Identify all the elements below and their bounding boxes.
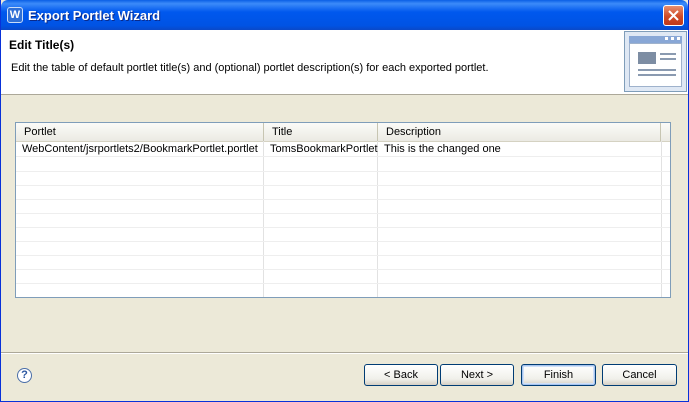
wizard-app-icon: W <box>7 7 23 23</box>
empty-row <box>16 171 670 186</box>
page-description: Edit the table of default portlet title(… <box>11 62 489 74</box>
window-title: Export Portlet Wizard <box>28 8 161 23</box>
help-icon[interactable]: ? <box>17 368 32 383</box>
banner-line <box>660 53 676 55</box>
empty-row <box>16 255 670 270</box>
finish-button[interactable]: Finish <box>521 364 596 386</box>
banner-line <box>660 58 676 60</box>
column-header-title[interactable]: Title <box>264 123 378 141</box>
banner-window-bar <box>629 36 682 43</box>
empty-row <box>16 185 670 200</box>
wizard-window: W Export Portlet Wizard Edit Title(s) Ed… <box>0 0 689 402</box>
banner-line <box>638 74 676 76</box>
empty-row <box>16 199 670 214</box>
close-button[interactable] <box>663 5 684 26</box>
back-button[interactable]: < Back <box>364 364 438 386</box>
empty-row <box>16 213 670 228</box>
empty-row <box>16 157 670 172</box>
cell-description[interactable]: This is the changed one <box>378 142 501 156</box>
wizard-banner-icon <box>624 31 687 92</box>
banner-dot <box>671 37 674 40</box>
banner-dot <box>665 37 668 40</box>
title-bar[interactable]: W Export Portlet Wizard <box>1 0 688 30</box>
banner-line <box>638 69 676 71</box>
wizard-header: Edit Title(s) Edit the table of default … <box>1 30 688 95</box>
banner-window-pane <box>629 43 682 87</box>
cancel-button[interactable]: Cancel <box>602 364 677 386</box>
close-icon <box>668 10 679 21</box>
table-header: Portlet Title Description <box>16 123 670 142</box>
empty-row <box>16 269 670 284</box>
empty-row <box>16 241 670 256</box>
column-header-portlet[interactable]: Portlet <box>16 123 264 141</box>
cell-portlet[interactable]: WebContent/jsrportlets2/BookmarkPortlet.… <box>16 142 258 156</box>
column-header-description[interactable]: Description <box>378 123 661 141</box>
page-title: Edit Title(s) <box>9 38 75 52</box>
banner-image-block <box>638 52 656 64</box>
next-button[interactable]: Next > <box>440 364 514 386</box>
button-bar-separator <box>1 352 688 354</box>
portlet-table[interactable]: Portlet Title Description WebContent/jsr… <box>15 122 671 298</box>
table-row[interactable]: WebContent/jsrportlets2/BookmarkPortlet.… <box>16 142 670 157</box>
banner-dot <box>677 37 680 40</box>
cell-title[interactable]: TomsBookmarkPortlet <box>264 142 378 156</box>
empty-row <box>16 227 670 242</box>
